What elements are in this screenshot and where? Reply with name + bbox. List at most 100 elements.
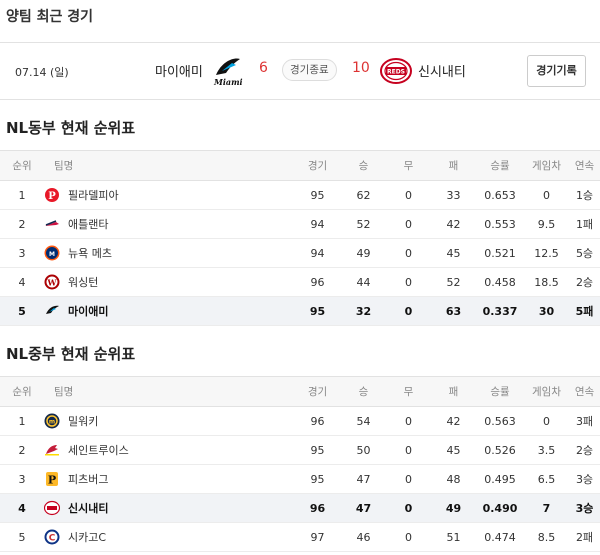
svg-text:W: W <box>47 278 58 288</box>
col-streak: 연속 <box>574 386 595 398</box>
team-cell[interactable]: M 뉴욕 메츠 <box>44 239 294 268</box>
games-cell: 95 <box>309 304 326 318</box>
win-pct-cell: 0.653 <box>484 188 516 202</box>
team-name[interactable]: 세인트루이스 <box>68 442 129 458</box>
team-cell[interactable]: P 피츠버그 <box>44 465 294 494</box>
wins-cell: 54 <box>356 414 371 428</box>
rank-cell: 3 <box>18 246 26 260</box>
team-name[interactable]: 밀워키 <box>68 413 98 429</box>
team-name[interactable]: 신시내티 <box>68 500 108 516</box>
streak-cell: 1승 <box>575 189 594 202</box>
games-behind-cell: 7 <box>542 501 551 515</box>
draws-cell: 0 <box>404 304 413 318</box>
svg-text:M: M <box>49 251 55 258</box>
losses-cell: 33 <box>446 188 461 202</box>
games-behind-cell: 3.5 <box>537 443 556 457</box>
game-record-button[interactable]: 경기기록 <box>527 55 586 87</box>
games-behind-cell: 8.5 <box>537 530 556 544</box>
losses-cell: 49 <box>445 501 462 515</box>
rank-cell: 1 <box>18 188 26 202</box>
col-win-pct: 승률 <box>490 386 510 398</box>
team-name[interactable]: 뉴욕 메츠 <box>68 245 112 261</box>
rank-cell: 2 <box>18 217 26 231</box>
draws-cell: 0 <box>405 414 412 428</box>
phillies-logo-icon: P <box>44 187 60 203</box>
team-name[interactable]: 시카고C <box>68 529 106 545</box>
draws-cell: 0 <box>405 530 412 544</box>
standings-row: 2 세인트루이스 95 50 0 45 0.526 3.5 2승 <box>0 436 600 465</box>
games-cell: 96 <box>310 275 325 289</box>
streak-cell: 2승 <box>575 276 594 289</box>
team-name[interactable]: 마이애미 <box>68 303 108 319</box>
svg-text:REDS: REDS <box>387 69 405 76</box>
wins-cell: 32 <box>355 304 372 318</box>
nl-east-standings-table: 순위 팀명 경기 승 무 패 승률 게임차 연속 1 P 필라델피아 95 62 0 33 0… <box>0 150 600 326</box>
team-cell[interactable]: 신시내티 <box>43 494 294 523</box>
svg-text:Miami: Miami <box>213 77 243 87</box>
streak-cell: 1패 <box>575 218 594 231</box>
wins-cell: 52 <box>356 217 371 231</box>
team-cell[interactable]: 세인트루이스 <box>44 436 294 465</box>
games-cell: 95 <box>310 188 325 202</box>
team-cell[interactable]: 애틀랜타 <box>44 210 294 239</box>
team-name[interactable]: 피츠버그 <box>68 471 108 487</box>
col-draws: 무 <box>403 160 414 172</box>
wins-cell: 50 <box>356 443 371 457</box>
col-games-behind: 게임차 <box>532 160 561 172</box>
col-losses: 패 <box>448 160 459 172</box>
team-cell[interactable]: 마이애미 <box>44 297 294 326</box>
games-behind-cell: 0 <box>543 188 550 202</box>
win-pct-cell: 0.526 <box>484 443 516 457</box>
losses-cell: 51 <box>446 530 461 544</box>
streak-cell: 5패 <box>575 305 594 318</box>
nl-central-title: NL중부 현재 순위표 <box>6 345 136 363</box>
nl-east-title: NL동부 현재 순위표 <box>6 119 136 137</box>
team-cell[interactable]: P 필라델피아 <box>44 181 294 210</box>
col-wins: 승 <box>358 160 369 172</box>
standings-row: 4 신시내티 96 47 0 49 0.490 7 3승 <box>0 493 600 523</box>
col-streak: 연속 <box>574 160 595 172</box>
games-cell: 95 <box>310 472 325 486</box>
win-pct-cell: 0.495 <box>484 472 516 486</box>
nationals-logo-icon: W <box>44 274 60 290</box>
wins-cell: 62 <box>356 188 371 202</box>
draws-cell: 0 <box>405 443 412 457</box>
rank-cell: 1 <box>18 414 26 428</box>
col-team: 팀명 <box>54 386 74 398</box>
streak-cell: 3패 <box>575 415 594 428</box>
streak-cell: 2승 <box>575 444 594 457</box>
home-score: 10 <box>352 60 370 76</box>
win-pct-cell: 0.521 <box>484 246 516 260</box>
rank-cell: 2 <box>18 443 26 457</box>
team-cell[interactable]: m 밀워키 <box>44 407 294 436</box>
win-pct-cell: 0.563 <box>484 414 516 428</box>
team-name[interactable]: 애틀랜타 <box>68 216 108 232</box>
wins-cell: 47 <box>355 501 372 515</box>
wins-cell: 44 <box>356 275 371 289</box>
rank-cell: 4 <box>18 501 26 515</box>
games-cell: 96 <box>310 414 325 428</box>
team-cell[interactable]: C 시카고C <box>44 523 294 552</box>
standings-row: 1 P 필라델피아 95 62 0 33 0.653 0 1승 <box>0 181 600 210</box>
losses-cell: 42 <box>446 414 461 428</box>
team-cell[interactable]: W 워싱턴 <box>44 268 294 297</box>
away-team-name[interactable]: 마이애미 <box>155 61 203 80</box>
col-team: 팀명 <box>54 160 74 172</box>
cardinals-logo-icon <box>44 442 60 458</box>
col-rank: 순위 <box>12 386 32 398</box>
reds-logo-icon: REDS <box>380 58 412 84</box>
team-name[interactable]: 워싱턴 <box>68 274 98 290</box>
game-date: 07.14 (일) <box>15 66 69 79</box>
draws-cell: 0 <box>405 217 412 231</box>
games-behind-cell: 9.5 <box>537 217 556 231</box>
home-team-name[interactable]: 신시내티 <box>418 61 466 80</box>
games-cell: 97 <box>310 530 325 544</box>
marlins-logo-icon: Miami <box>213 58 243 87</box>
svg-text:m: m <box>49 419 55 426</box>
games-cell: 96 <box>309 501 326 515</box>
col-losses: 패 <box>448 386 459 398</box>
rank-cell: 4 <box>18 275 26 289</box>
win-pct-cell: 0.474 <box>484 530 516 544</box>
team-name[interactable]: 필라델피아 <box>68 187 119 203</box>
games-behind-cell: 0 <box>543 414 550 428</box>
